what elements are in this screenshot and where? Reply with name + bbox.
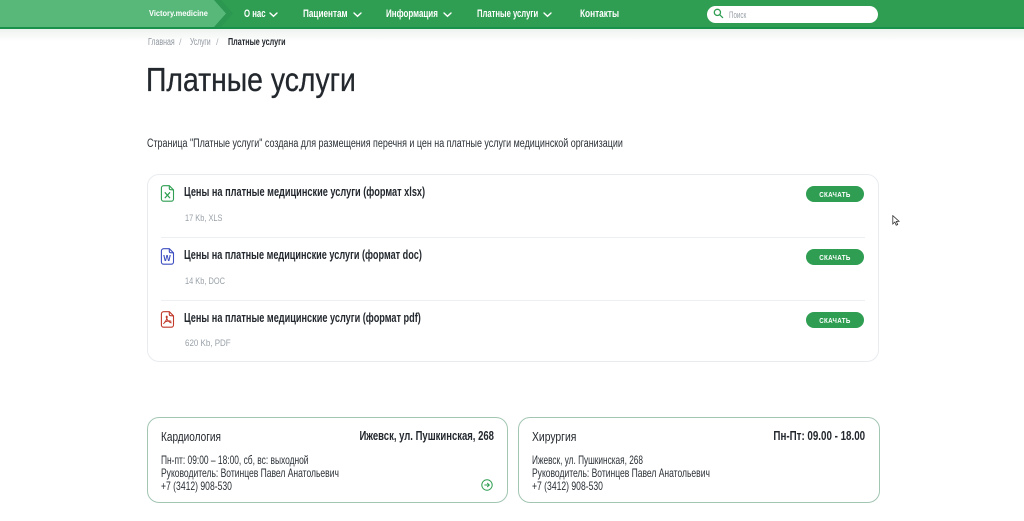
svg-text:W: W <box>163 254 171 263</box>
